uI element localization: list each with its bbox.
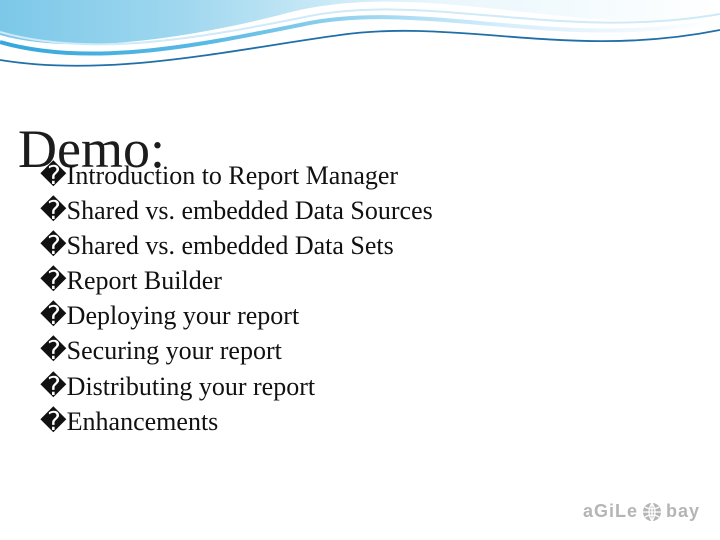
slide: Demo: �Introduction to Report Manager �S…: [0, 0, 720, 540]
list-item-text: Introduction to Report Manager: [67, 161, 398, 190]
logo-text-post: bay: [666, 501, 700, 522]
list-item: �Enhancements: [40, 404, 433, 439]
globe-icon: [642, 502, 662, 522]
logo: aGiLe bay: [583, 501, 700, 522]
list-item: �Securing your report: [40, 333, 433, 368]
list-item-text: Shared vs. embedded Data Sources: [67, 196, 433, 225]
list-item-text: Deploying your report: [67, 301, 300, 330]
list-item-text: Shared vs. embedded Data Sets: [67, 231, 394, 260]
list-item: �Shared vs. embedded Data Sources: [40, 193, 433, 228]
top-wave-decoration: [0, 0, 720, 80]
list-item: �Report Builder: [40, 263, 433, 298]
bullet-list: �Introduction to Report Manager �Shared …: [40, 158, 433, 439]
list-item-text: Report Builder: [67, 266, 222, 295]
list-item-text: Securing your report: [67, 336, 282, 365]
list-item: �Distributing your report: [40, 369, 433, 404]
list-item: �Introduction to Report Manager: [40, 158, 433, 193]
logo-text-pre: aGiLe: [583, 501, 638, 522]
list-item: �Shared vs. embedded Data Sets: [40, 228, 433, 263]
list-item-text: Enhancements: [67, 407, 219, 436]
list-item-text: Distributing your report: [67, 372, 315, 401]
list-item: �Deploying your report: [40, 298, 433, 333]
